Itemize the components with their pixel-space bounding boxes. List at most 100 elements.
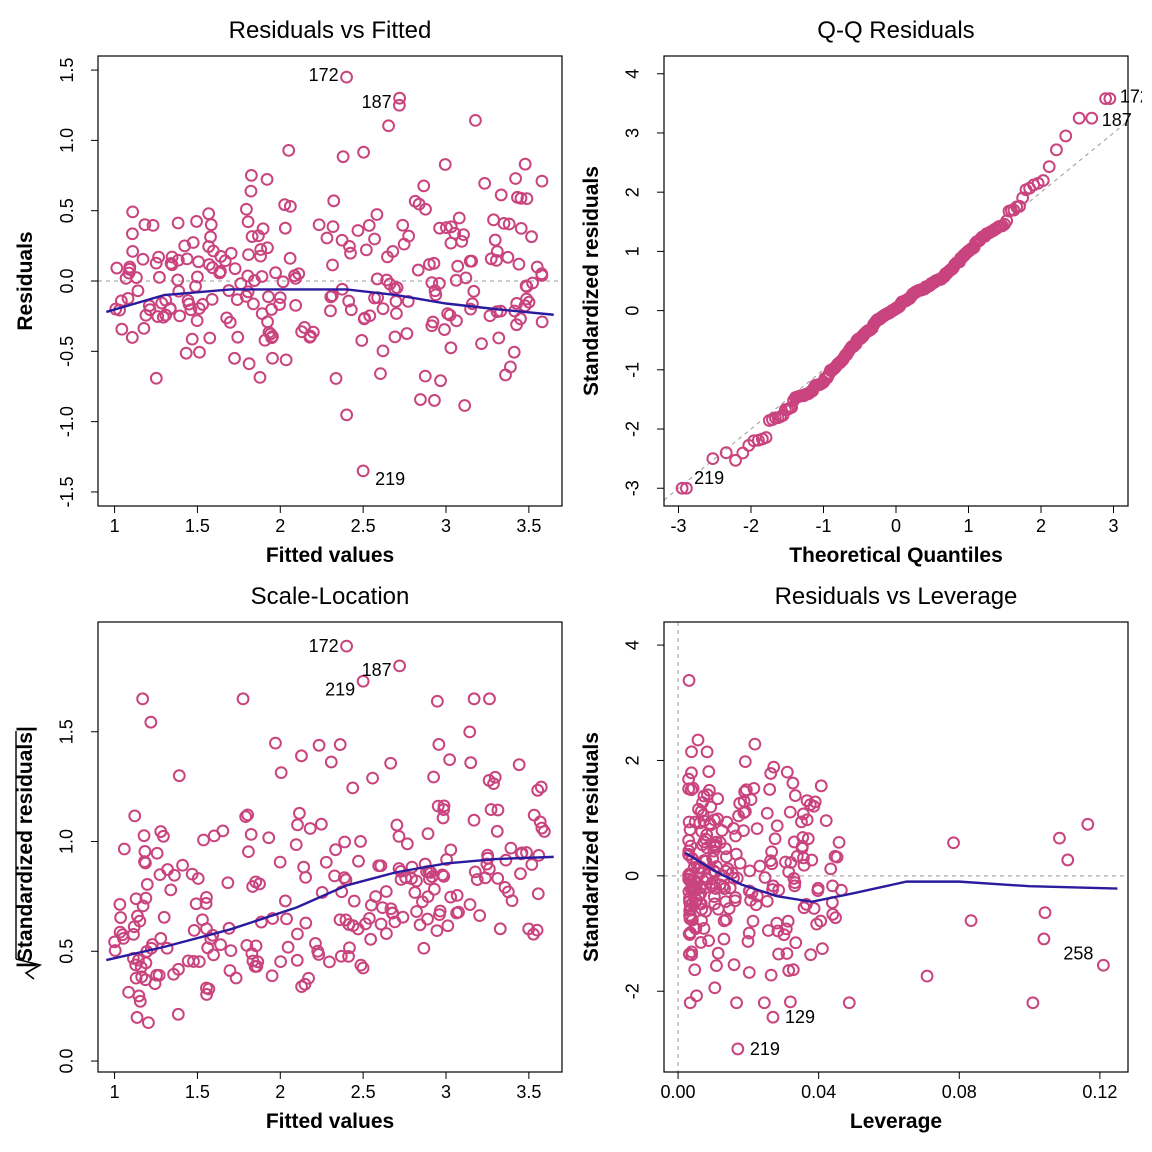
data-point (225, 945, 236, 956)
data-point (492, 826, 503, 837)
data-point (768, 1012, 779, 1023)
point-label: 219 (694, 468, 724, 488)
data-point (321, 857, 332, 868)
data-point (465, 899, 476, 910)
chart-title: Scale-Location (251, 583, 410, 610)
data-point (490, 235, 501, 246)
data-point (132, 1012, 143, 1023)
data-point (381, 886, 392, 897)
data-point (275, 956, 286, 967)
chart-title: Q-Q Residuals (817, 17, 974, 44)
data-point (361, 244, 372, 255)
data-point (830, 912, 841, 923)
data-point (488, 214, 499, 225)
data-point (533, 888, 544, 899)
data-point (275, 292, 286, 303)
data-point (391, 296, 402, 307)
data-point (760, 872, 771, 883)
x-tick: 2 (275, 1082, 285, 1102)
point-label: 172 (1120, 87, 1142, 107)
data-point (479, 178, 490, 189)
y-tick: 4 (623, 69, 643, 79)
data-point (496, 190, 507, 201)
y-axis-label: |Standardized residuals| (14, 726, 40, 979)
x-tick: 0.04 (801, 1082, 836, 1102)
data-point (341, 409, 352, 420)
data-point (341, 641, 352, 652)
data-point (731, 997, 742, 1008)
data-point (689, 964, 700, 975)
data-point (707, 453, 718, 464)
data-point (353, 856, 364, 867)
data-point (151, 373, 162, 384)
data-point (439, 324, 450, 335)
data-point (492, 873, 503, 884)
data-point (510, 173, 521, 184)
data-point (465, 757, 476, 768)
data-point (495, 923, 506, 934)
data-point (349, 896, 360, 907)
data-point (500, 855, 511, 866)
data-point (827, 909, 838, 920)
x-tick: 3 (441, 1082, 451, 1102)
data-point (174, 310, 185, 321)
data-point (785, 996, 796, 1007)
y-tick: -2 (623, 983, 643, 999)
data-point (433, 739, 444, 750)
data-point (129, 811, 140, 822)
data-point (356, 335, 367, 346)
data-point (484, 693, 495, 704)
data-point (127, 228, 138, 239)
y-tick: 0.5 (57, 939, 77, 964)
data-point (328, 221, 339, 232)
data-point (339, 837, 350, 848)
data-point (138, 323, 149, 334)
data-point (335, 739, 346, 750)
y-tick: -3 (623, 480, 643, 496)
data-point (844, 997, 855, 1008)
data-point (766, 970, 777, 981)
data-point (533, 850, 544, 861)
data-point (691, 990, 702, 1001)
data-point (785, 807, 796, 818)
y-tick: -0.5 (57, 336, 77, 367)
data-point (790, 937, 801, 948)
data-point (752, 823, 763, 834)
data-point (255, 372, 266, 383)
data-point (442, 920, 453, 931)
data-point (459, 400, 470, 411)
data-point (375, 368, 386, 379)
chart-residfit: Residuals vs Fitted17218721911.522.533.5… (10, 10, 576, 576)
x-axis-label: Leverage (850, 1110, 942, 1133)
data-point (1086, 113, 1097, 124)
data-point (385, 758, 396, 769)
data-point (331, 373, 342, 384)
data-point (409, 887, 420, 898)
data-point (423, 828, 434, 839)
data-point (429, 395, 440, 406)
data-point (111, 263, 122, 274)
data-point (422, 914, 433, 925)
data-point (1054, 833, 1065, 844)
data-point (276, 767, 287, 778)
y-tick: 2 (623, 187, 643, 197)
data-point (1038, 934, 1049, 945)
data-point (397, 220, 408, 231)
data-point (709, 982, 720, 993)
panel-scaleloc: Scale-Location17218721911.522.533.50.00.… (10, 576, 576, 1142)
point-label: 219 (750, 1039, 780, 1059)
point-label: 258 (1063, 943, 1093, 963)
data-point (173, 1009, 184, 1020)
data-point (192, 315, 203, 326)
data-point (173, 218, 184, 229)
data-point (328, 195, 339, 206)
data-point (1098, 960, 1109, 971)
data-point (772, 820, 783, 831)
data-point (316, 819, 327, 830)
data-point (432, 925, 443, 936)
data-point (296, 750, 307, 761)
x-tick: 0.00 (661, 1082, 696, 1102)
data-point (285, 253, 296, 264)
data-point (127, 332, 138, 343)
point-label: 219 (375, 469, 405, 489)
